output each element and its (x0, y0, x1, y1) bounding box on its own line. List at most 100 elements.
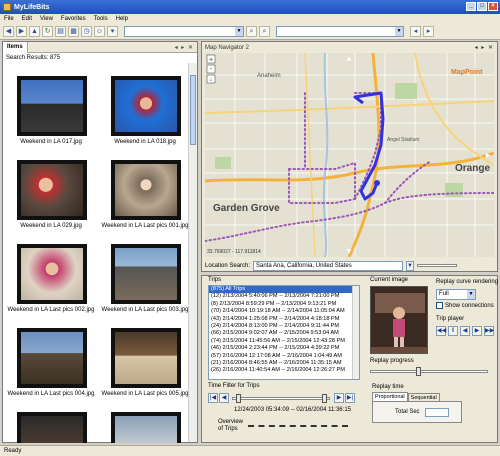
current-image-label: Current image (370, 277, 409, 283)
location-search-input[interactable]: Santa Ana, California, United States (253, 260, 404, 271)
search-icon[interactable]: ⌕ (246, 26, 257, 37)
chevron-down-icon: ▼ (235, 27, 243, 36)
thumbnail[interactable] (17, 412, 87, 443)
thumbnail[interactable] (17, 160, 87, 220)
trips-label: Trips (208, 277, 222, 283)
map-label-orange: Orange (455, 163, 491, 174)
thumbnail[interactable] (111, 244, 181, 304)
pan-up-icon[interactable]: ▲ (347, 55, 352, 62)
search-combo[interactable]: ▼ (276, 26, 404, 37)
menu-file[interactable]: File (4, 16, 14, 22)
search-options-icon[interactable]: ⌕ (259, 26, 270, 37)
tab-proportional[interactable]: Proportional (372, 392, 408, 401)
overview-label: Overview (218, 419, 244, 425)
forward-icon[interactable]: ▶ (16, 26, 27, 37)
replay-time-label: Replay time (372, 384, 404, 390)
trip-item[interactable]: (8) 2/13/2004 8:59:29 PM -- 2/13/2004 9:… (209, 301, 359, 308)
chevron-down-icon[interactable]: ▼ (406, 260, 415, 271)
play-back-icon[interactable]: ◀ (460, 326, 470, 336)
trip-item[interactable]: (26) 2/16/2004 11:40:54 AM -- 2/16/2004 … (209, 367, 359, 374)
pan-down-icon[interactable]: ▼ (347, 248, 352, 255)
clock-icon[interactable]: ◷ (81, 26, 92, 37)
trip-item[interactable]: (43) 2/14/2004 1:25:08 PM -- 2/14/2004 4… (209, 316, 359, 323)
mappoint-logo: MapPoint (451, 69, 483, 76)
svg-text:+: + (209, 57, 213, 64)
map-coordinates: 33.769027 - 117.911814 (207, 249, 261, 255)
query-combo[interactable]: ▼ (124, 26, 244, 37)
trips-list[interactable]: (875) All Trips (12) 2/13/2004 5:40:06 P… (208, 285, 360, 380)
menu-edit[interactable]: Edit (22, 16, 32, 22)
people-icon[interactable]: ☺ (94, 26, 105, 37)
show-connections-checkbox[interactable] (436, 302, 443, 309)
chevron-down-icon: ▼ (467, 290, 475, 299)
replay-curve-select[interactable]: Full ▼ (436, 289, 476, 300)
time-filter-start-knob[interactable] (236, 394, 241, 403)
minimize-button[interactable]: _ (466, 2, 476, 11)
trip-item[interactable]: (57) 2/16/2004 12:17:08 AM -- 2/16/2004 … (209, 353, 359, 360)
step-forward-icon[interactable]: ▶ (334, 393, 344, 403)
replay-progress-slider[interactable] (370, 370, 488, 373)
trip-item[interactable]: (70) 2/14/2004 10:19:18 AM -- 2/14/2004 … (209, 308, 359, 315)
up-icon[interactable]: ▲ (29, 26, 40, 37)
pan-right-icon[interactable]: ▶ (486, 152, 491, 159)
fast-forward-icon[interactable]: ▶▶ (484, 326, 494, 336)
items-scrollbar[interactable] (188, 63, 197, 442)
chevron-down-icon: ▼ (395, 27, 403, 36)
zoom-controls[interactable]: + - ⌂ (206, 54, 216, 84)
overview-label: of Trips (218, 426, 238, 432)
step-back-icon[interactable]: ◀ (219, 393, 229, 403)
trip-item[interactable]: (24) 2/14/2004 8:13:00 PM -- 2/14/2004 9… (209, 323, 359, 330)
thumbnail[interactable] (17, 328, 87, 388)
next-result-icon[interactable]: ▸ (423, 26, 434, 37)
skip-end-icon[interactable]: ▶| (345, 393, 355, 403)
thumbnail[interactable] (111, 328, 181, 388)
zoom-slider[interactable] (417, 264, 458, 267)
trip-item[interactable]: (12) 2/13/2004 5:40:06 PM -- 2/13/2004 7… (209, 293, 359, 300)
refresh-icon[interactable]: ↻ (42, 26, 53, 37)
time-filter-slider[interactable] (232, 397, 330, 400)
view-icon[interactable]: ▦ (68, 26, 79, 37)
prev-result-icon[interactable]: ◂ (410, 26, 421, 37)
thumbnail[interactable] (17, 76, 87, 136)
play-icon[interactable]: ▶ (472, 326, 482, 336)
close-button[interactable]: × (488, 2, 498, 11)
menu-tools[interactable]: Tools (94, 16, 108, 22)
map-label-anaheim: Anaheim (257, 73, 281, 79)
trips-scrollbar[interactable] (352, 286, 359, 379)
pane-controls[interactable]: ◂ ▸ ✕ (475, 44, 497, 51)
rewind-icon[interactable]: ◀◀ (436, 326, 446, 336)
thumbnail-caption: Weekend in LA Last pics 001.jpg (101, 223, 189, 229)
map-svg[interactable]: + - ⌂ ▲ ▼ ▶ (205, 53, 494, 257)
folder-icon[interactable]: ▤ (55, 26, 66, 37)
trip-item[interactable]: (74) 2/15/2004 11:45:56 AM -- 2/15/2004 … (209, 338, 359, 345)
menu-favorites[interactable]: Favorites (61, 16, 86, 22)
scrollbar-thumb[interactable] (190, 75, 196, 145)
pane-controls[interactable]: ◂ ▸ ✕ (175, 44, 197, 51)
skip-start-icon[interactable]: |◀ (208, 393, 218, 403)
trip-item[interactable]: (66) 2/15/2004 9:02:07 AM -- 2/15/2004 9… (209, 330, 359, 337)
thumbnail-caption: Weekend in LA 018.jpg (114, 139, 176, 145)
trip-item[interactable]: (21) 2/16/2004 8:46:55 AM -- 2/16/2004 1… (209, 360, 359, 367)
thumbnail[interactable] (111, 412, 181, 443)
trip-item[interactable]: (875) All Trips (209, 286, 359, 294)
tab-sequential[interactable]: Sequential (407, 393, 440, 401)
time-filter-end-knob[interactable] (322, 394, 327, 403)
items-header: Items ◂ ▸ ✕ (3, 41, 197, 53)
thumbnail[interactable] (111, 160, 181, 220)
pause-icon[interactable]: ‖ (448, 326, 458, 336)
trips-overview-strip (248, 425, 348, 428)
menu-help[interactable]: Help (116, 16, 128, 22)
thumbnail[interactable] (111, 76, 181, 136)
options-icon[interactable]: ▾ (107, 26, 118, 37)
total-sec-input[interactable] (425, 408, 449, 417)
show-connections-label: Show connections (445, 302, 494, 309)
thumbnail[interactable] (17, 244, 87, 304)
back-icon[interactable]: ◀ (3, 26, 14, 37)
items-tab[interactable]: Items (3, 41, 28, 53)
map-view[interactable]: + - ⌂ ▲ ▼ ▶ Garden Grove Orange MapPoint… (205, 53, 494, 257)
replay-progress-label: Replay progress (370, 358, 414, 364)
maximize-button[interactable]: □ (477, 2, 487, 11)
trip-item[interactable]: (46) 2/15/2004 2:23:44 PM -- 2/15/2004 4… (209, 345, 359, 352)
replay-progress-knob[interactable] (416, 367, 421, 376)
menu-view[interactable]: View (40, 16, 53, 22)
